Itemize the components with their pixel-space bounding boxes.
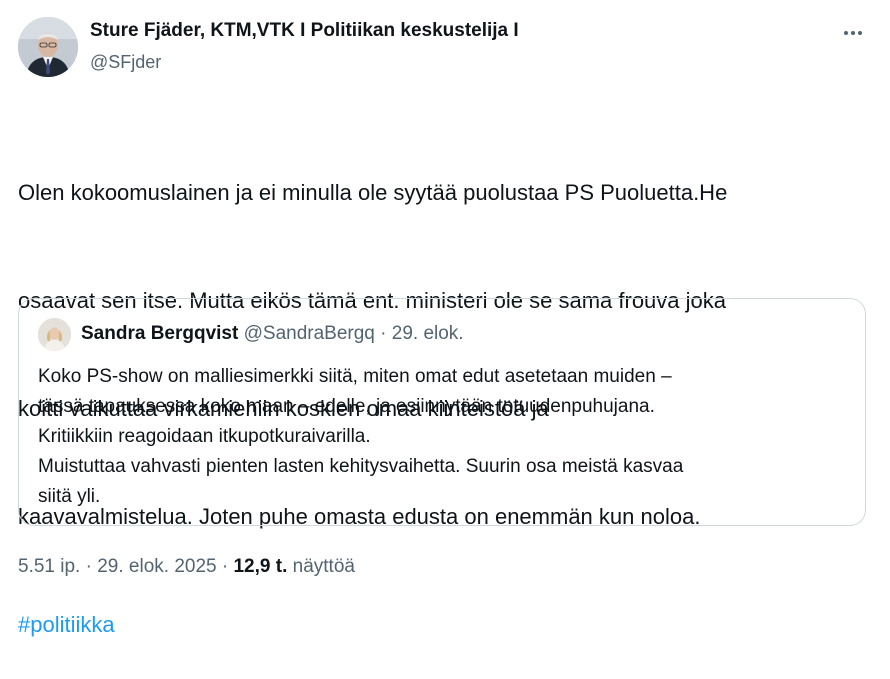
author-name[interactable]: Sture Fjäder, KTM,VTK I Politiikan kesku… [90, 20, 519, 42]
author-avatar-image [18, 17, 78, 77]
footer-separator: · [80, 556, 98, 577]
quoted-author-handle: @SandraBergq [243, 323, 375, 344]
quoted-author-name: Sandra Bergqvist [81, 323, 239, 344]
quoted-text: Koko PS-show on malliesimerkki siitä, mi… [38, 362, 838, 512]
quoted-line: Muistuttaa vahvasti pienten lasten kehit… [38, 456, 684, 477]
quoted-line: Koko PS-show on malliesimerkki siitä, mi… [38, 366, 672, 387]
quoted-line: Kritiikkiin reagoidaan itkupotkuraivaril… [38, 426, 371, 447]
timestamp-time[interactable]: 5.51 ip. [18, 556, 80, 577]
author-handle[interactable]: @SFjder [90, 52, 161, 73]
views-count: 12,9 t. [233, 556, 288, 577]
timestamp-date[interactable]: 29. elok. 2025 [97, 556, 216, 577]
more-horizontal-icon-dot [858, 31, 862, 35]
quoted-header: Sandra Bergqvist @SandraBergq · 29. elok… [81, 323, 464, 345]
author-avatar[interactable] [18, 17, 78, 77]
quoted-date: 29. elok. [391, 323, 464, 344]
more-options-button[interactable] [836, 20, 870, 46]
quoted-line: tässä tapauksessa koko maan – edelle, ja… [38, 396, 655, 417]
hashtag-link[interactable]: #politiikka [18, 612, 115, 637]
quoted-line: siitä yli. [38, 486, 101, 507]
quoted-separator: · [374, 323, 392, 344]
more-horizontal-icon-dot [851, 31, 855, 35]
views-label: näyttöä [292, 556, 355, 577]
tweet-footer: 5.51 ip. · 29. elok. 2025 · 12,9 t. näyt… [18, 556, 355, 578]
quoted-author-avatar-image [38, 318, 71, 351]
tweet-line: Olen kokoomuslainen ja ei minulla ole sy… [18, 180, 728, 205]
quoted-tweet-card[interactable]: Sandra Bergqvist @SandraBergq · 29. elok… [18, 298, 866, 526]
footer-separator: · [216, 556, 234, 577]
more-horizontal-icon [844, 31, 848, 35]
quoted-author-avatar [38, 318, 71, 351]
